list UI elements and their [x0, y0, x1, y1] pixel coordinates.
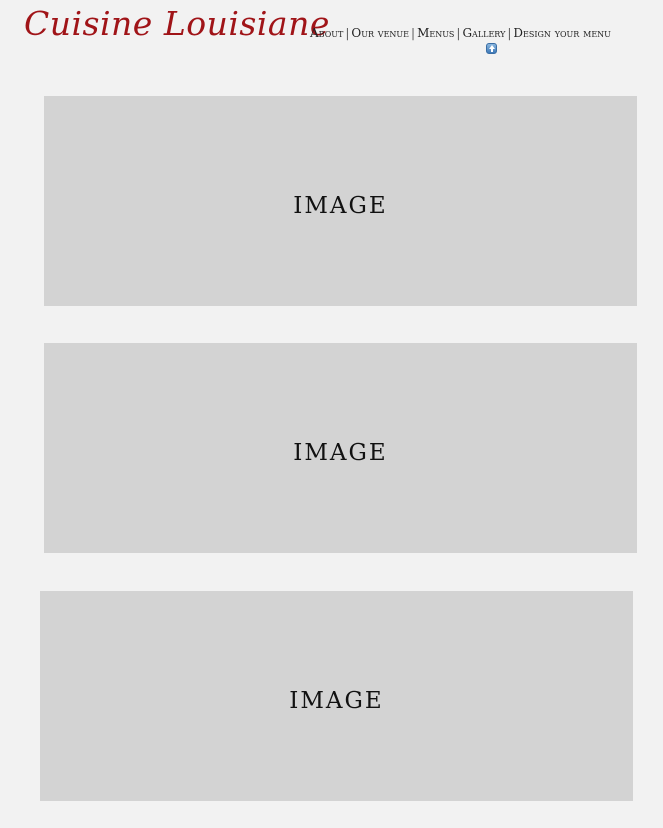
image-placeholder-1: image: [44, 96, 637, 306]
nav-separator: |: [411, 26, 416, 40]
nav-link-gallery[interactable]: Gallery: [462, 26, 505, 40]
main-nav: About | Our venue | Menus | Gallery | Design you…: [310, 26, 630, 40]
nav-link-about[interactable]: About: [310, 26, 343, 40]
image-placeholder-2: image: [44, 343, 637, 553]
image-placeholder-label: image: [293, 428, 388, 468]
image-placeholder-3: image: [40, 591, 633, 801]
nav-link-menus[interactable]: Menus: [417, 26, 454, 40]
nav-link-our-venue[interactable]: Our venue: [351, 26, 409, 40]
site-logo[interactable]: Cuisine Louisiane: [24, 4, 330, 43]
nav-link-design-your-menu[interactable]: Design your menu: [513, 26, 611, 40]
up-arrow-icon[interactable]: [486, 43, 497, 54]
image-placeholder-label: image: [293, 181, 388, 221]
image-placeholder-label: image: [289, 676, 384, 716]
